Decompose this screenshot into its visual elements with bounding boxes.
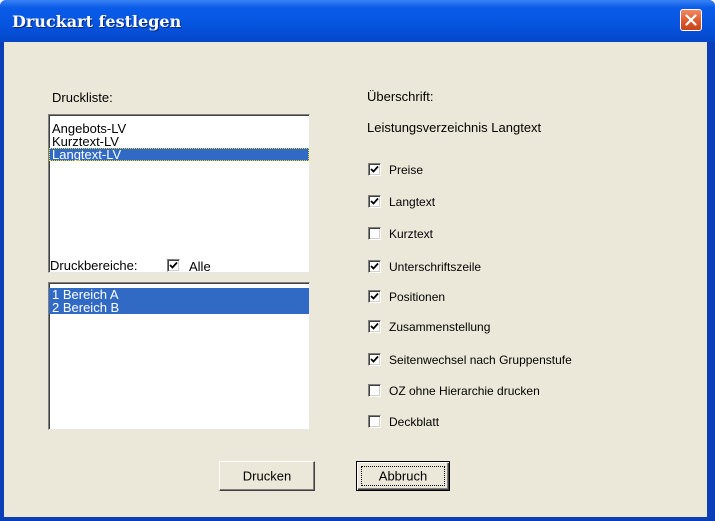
oz-ohne-hierarchie-label[interactable]: OZ ohne Hierarchie drucken (389, 384, 540, 398)
title-bar[interactable]: Druckart festlegen (0, 0, 715, 42)
checkmark-icon (370, 355, 379, 363)
druckbereiche-item-selected[interactable]: 2 Bereich B (49, 301, 309, 314)
deckblatt-label[interactable]: Deckblatt (389, 415, 439, 429)
checkmark-icon (169, 261, 178, 269)
preise-label[interactable]: Preise (389, 163, 423, 177)
preise-checkbox[interactable] (368, 163, 381, 176)
oz-ohne-hierarchie-checkbox[interactable] (368, 384, 381, 397)
close-icon (685, 14, 697, 26)
alle-checkbox[interactable] (167, 259, 180, 272)
ueberschrift-value: Leistungsverzeichnis Langtext (367, 120, 542, 135)
unterschriftszeile-label[interactable]: Unterschriftszeile (389, 260, 481, 274)
checkmark-icon (370, 322, 379, 330)
dialog-window: Druckart festlegen Druckliste: Angebots-… (0, 0, 715, 521)
checkmark-icon (370, 165, 379, 173)
ueberschrift-label: Überschrift: (367, 89, 434, 104)
unterschriftszeile-checkbox[interactable] (368, 260, 381, 273)
seitenwechsel-checkbox[interactable] (368, 353, 381, 366)
checkmark-icon (370, 197, 379, 205)
positionen-checkbox[interactable] (368, 290, 381, 303)
window-title: Druckart festlegen (12, 12, 182, 31)
langtext-checkbox[interactable] (368, 195, 381, 208)
zusammenstellung-label[interactable]: Zusammenstellung (389, 320, 490, 334)
druckliste-label: Druckliste: (52, 90, 113, 105)
close-button[interactable] (680, 9, 702, 31)
checkmark-icon (370, 292, 379, 300)
drucken-button[interactable]: Drucken (219, 461, 315, 491)
kurztext-checkbox[interactable] (368, 227, 381, 240)
druckbereiche-label: Druckbereiche: (50, 258, 138, 273)
seitenwechsel-label[interactable]: Seitenwechsel nach Gruppenstufe (389, 353, 572, 367)
deckblatt-checkbox[interactable] (368, 415, 381, 428)
abbruch-button-label: Abbruch (378, 468, 428, 484)
alle-label[interactable]: Alle (189, 259, 211, 274)
druckliste-listbox[interactable]: Angebots-LV Kurztext-LV Langtext-LV (48, 114, 310, 273)
dialog-client-area: Druckliste: Angebots-LV Kurztext-LV Lang… (4, 42, 707, 517)
zusammenstellung-checkbox[interactable] (368, 320, 381, 333)
checkmark-icon (370, 262, 379, 270)
langtext-label[interactable]: Langtext (389, 195, 435, 209)
druckbereiche-listbox[interactable]: 1 Bereich A 2 Bereich B (48, 282, 310, 430)
drucken-button-label: Drucken (242, 468, 292, 484)
kurztext-label[interactable]: Kurztext (389, 227, 433, 241)
abbruch-button[interactable]: Abbruch (356, 461, 450, 491)
druckliste-item-selected[interactable]: Langtext-LV (49, 148, 309, 161)
positionen-label[interactable]: Positionen (389, 290, 445, 304)
